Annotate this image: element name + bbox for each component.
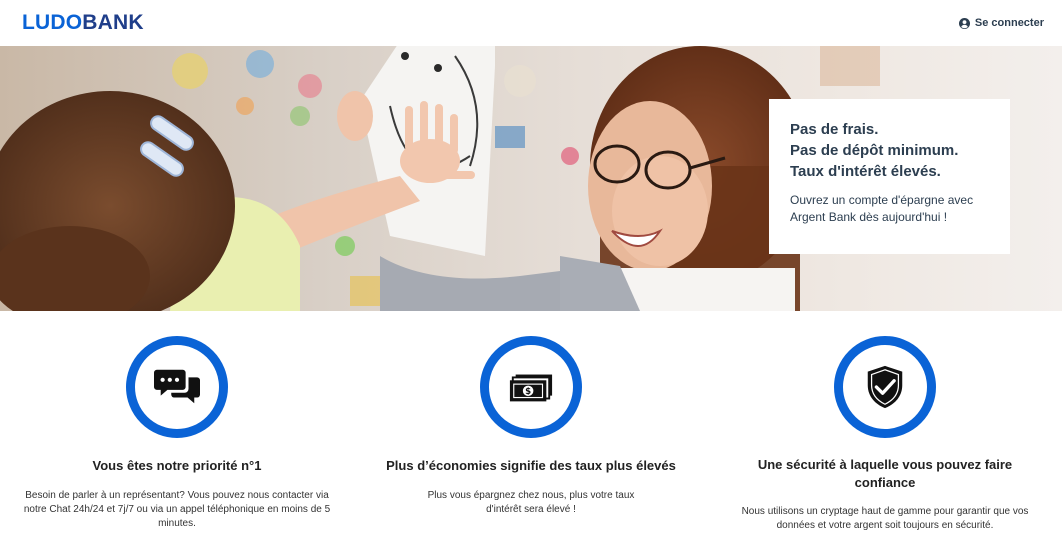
- promo-subtitle: Taux d'intérêt élevés.: [790, 163, 941, 180]
- promo-subtitle: Pas de dépôt minimum.: [790, 142, 959, 159]
- feature-text: Besoin de parler à un représentant? Vous…: [23, 490, 331, 529]
- feature-item: Vous êtes notre priorité n°1 Besoin de p…: [0, 311, 354, 550]
- user-circle-icon: [958, 17, 970, 29]
- feature-icon-ring: [834, 336, 936, 438]
- features-section: Vous êtes notre priorité n°1 Besoin de p…: [0, 311, 1062, 550]
- feature-title: Une sécurité à laquelle vous pouvez fair…: [757, 457, 1013, 490]
- logo[interactable]: LUDO BANK: [22, 11, 144, 35]
- feature-item: $ Plus d’économies signifie des taux plu…: [354, 311, 708, 550]
- logo-part-bank: BANK: [82, 11, 144, 34]
- sign-in-link[interactable]: Se connecter: [958, 17, 1044, 29]
- promo-text: Ouvrez un compte d'épargne avec Argent B…: [790, 193, 974, 224]
- feature-title: Vous êtes notre priorité n°1: [92, 458, 262, 473]
- feature-icon-ring: $: [480, 336, 582, 438]
- security-shield-icon: [867, 365, 903, 409]
- feature-text: Plus vous épargnez chez nous, plus votre…: [427, 490, 635, 515]
- chat-icon: [154, 369, 200, 404]
- promo-card: Pas de frais. Pas de dépôt minimum. Taux…: [769, 99, 1010, 254]
- svg-text:$: $: [525, 387, 531, 397]
- feature-item: Une sécurité à laquelle vous pouvez fair…: [708, 311, 1062, 550]
- logo-part-ludo: LUDO: [22, 11, 83, 34]
- main-nav: LUDO BANK Se connecter: [0, 0, 1062, 46]
- sign-in-label: Se connecter: [974, 17, 1044, 29]
- feature-text: Nous utilisons un cryptage haut de gamme…: [741, 506, 1029, 531]
- money-icon: $: [509, 374, 553, 402]
- feature-icon-ring: [126, 336, 228, 438]
- feature-title: Plus d’économies signifie des taux plus …: [386, 458, 676, 473]
- promo-subtitle: Pas de frais.: [790, 121, 879, 138]
- hero-banner: Pas de frais. Pas de dépôt minimum. Taux…: [0, 46, 1062, 311]
